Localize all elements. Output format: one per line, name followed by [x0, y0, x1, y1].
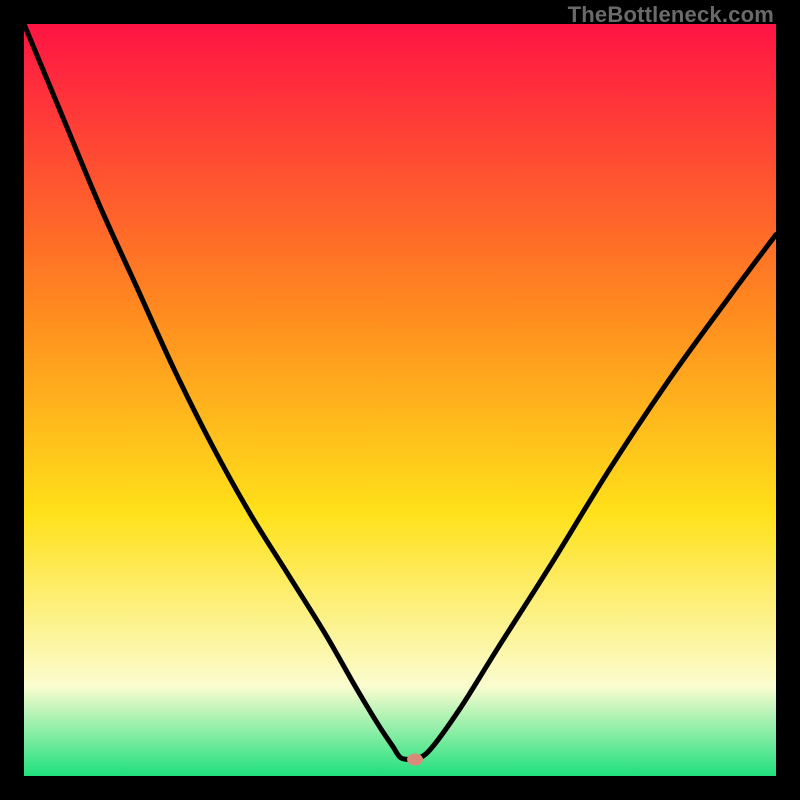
gradient-background: [24, 24, 776, 776]
optimum-marker: [407, 753, 423, 765]
chart-frame: TheBottleneck.com: [0, 0, 800, 800]
chart-svg: [24, 24, 776, 776]
plot-area: [24, 24, 776, 776]
